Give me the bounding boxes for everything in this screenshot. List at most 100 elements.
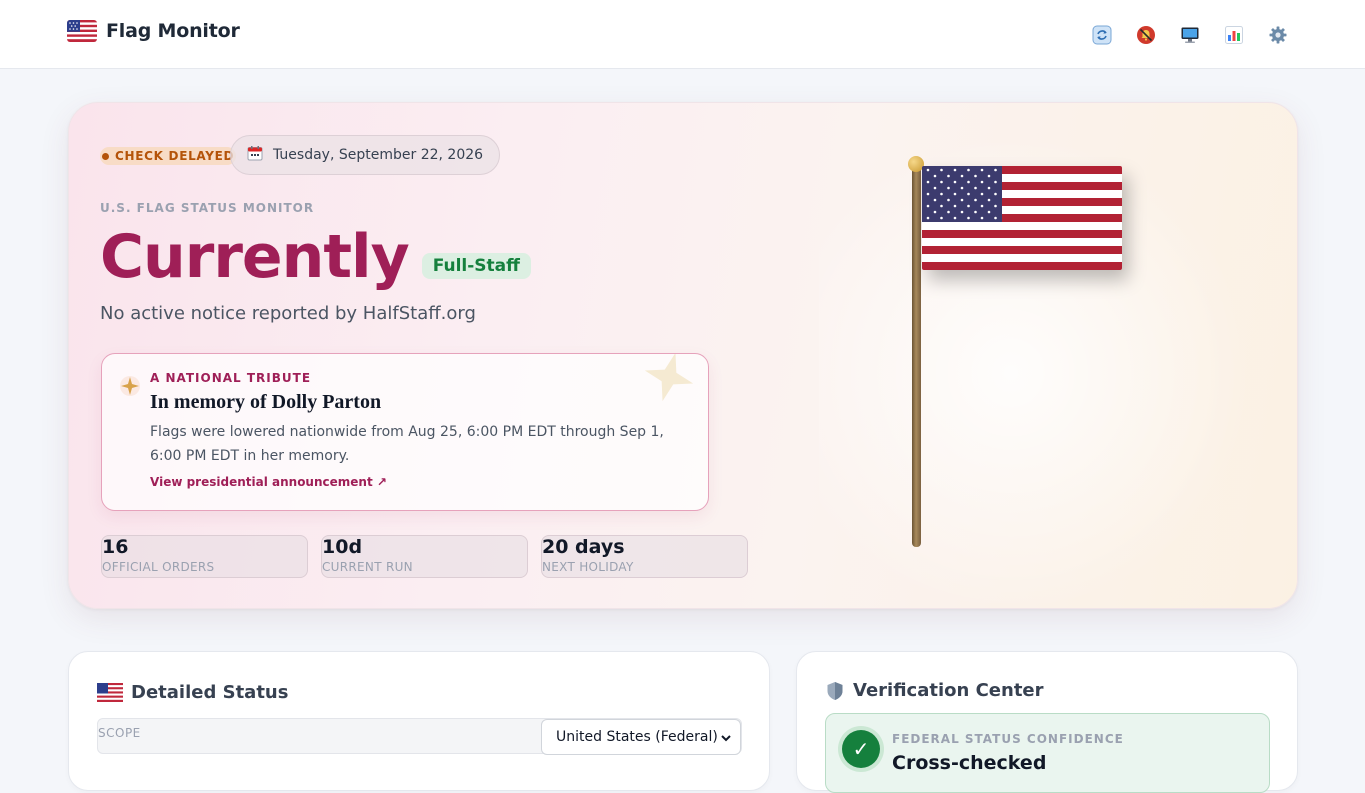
us-flag-icon <box>67 20 97 42</box>
stat-value: 16 <box>102 536 129 558</box>
date-pill: Tuesday, September 22, 2026 <box>230 135 501 175</box>
app-title: Flag Monitor <box>106 20 240 42</box>
tribute-title: In memory of Dolly Parton <box>150 391 382 413</box>
stat-value: 10d <box>322 536 363 558</box>
stats-icon[interactable] <box>1223 24 1245 46</box>
confidence-value: Cross-checked <box>892 752 1047 774</box>
flag-star <box>926 192 930 196</box>
shield-icon <box>825 681 845 701</box>
tribute-card: A NATIONAL TRIBUTE In memory of Dolly Pa… <box>101 353 709 511</box>
check-delayed-label: CHECK DELAYED <box>115 149 235 163</box>
flag-star <box>926 168 930 172</box>
flag-star <box>967 216 970 220</box>
top-bar: Flag Monitor <box>0 0 1365 69</box>
flag-star <box>933 174 937 178</box>
flag-star <box>967 180 970 184</box>
flag-star <box>960 174 964 178</box>
flag-star <box>980 204 984 208</box>
scope-select[interactable]: United States (Federal) <box>541 719 741 755</box>
us-flag-icon <box>97 683 123 702</box>
scope-row: SCOPE United States (Federal) <box>97 718 742 755</box>
flag-star <box>933 210 937 214</box>
flag-star <box>953 192 957 196</box>
flag-star <box>933 198 937 202</box>
sparkle-decoration-icon <box>642 354 696 408</box>
flag-star <box>994 180 997 184</box>
notifications-off-icon[interactable] <box>1135 24 1157 46</box>
flag-star <box>940 192 943 196</box>
confidence-label: FEDERAL STATUS CONFIDENCE <box>892 732 1124 746</box>
flag-star <box>960 198 964 202</box>
stat-label: OFFICIAL ORDERS <box>102 560 215 574</box>
flag-star <box>933 186 937 190</box>
scope-selected-value: United States (Federal) <box>556 729 718 745</box>
flag-star <box>940 216 943 220</box>
stat-official-orders: 16 OFFICIAL ORDERS <box>101 535 308 578</box>
verification-center-card: Verification Center ✓ FEDERAL STATUS CON… <box>796 651 1298 793</box>
flag-star <box>940 168 943 172</box>
stat-value: 20 days <box>542 536 625 558</box>
flag-star <box>987 186 991 190</box>
flag-star <box>994 168 997 172</box>
flag-star <box>987 174 991 178</box>
flag-star <box>980 168 984 172</box>
federal-confidence-box: ✓ FEDERAL STATUS CONFIDENCE Cross-checke… <box>825 713 1270 793</box>
flag-star <box>940 204 943 208</box>
flag-star <box>974 198 977 202</box>
brand[interactable]: Flag Monitor <box>67 20 240 42</box>
stat-next-holiday: 20 days NEXT HOLIDAY <box>541 535 748 578</box>
settings-icon[interactable] <box>1267 24 1289 46</box>
flag-star <box>974 210 977 214</box>
calendar-icon <box>247 145 263 165</box>
current-date: Tuesday, September 22, 2026 <box>273 147 484 163</box>
flag-star <box>953 204 957 208</box>
presidential-announcement-link[interactable]: View presidential announcement ↗ <box>150 475 387 489</box>
flag-star <box>994 192 997 196</box>
flag-star <box>960 210 964 214</box>
scope-label: SCOPE <box>98 726 141 740</box>
display-icon[interactable] <box>1179 24 1201 46</box>
hero-eyebrow: U.S. FLAG STATUS MONITOR <box>100 201 315 215</box>
stat-current-run: 10d CURRENT RUN <box>321 535 528 578</box>
flag-star <box>953 216 957 220</box>
refresh-icon[interactable] <box>1091 24 1113 46</box>
flagpole <box>912 163 921 547</box>
hero-status-card: CHECK DELAYED Tuesday, September 22, 202… <box>68 102 1298 609</box>
flag-star <box>926 216 930 220</box>
flag-star <box>987 210 991 214</box>
flag-star <box>967 168 970 172</box>
flag-star <box>974 174 977 178</box>
sparkle-icon <box>119 375 141 401</box>
flag-star <box>947 186 950 190</box>
us-flag-illustration <box>922 166 1122 270</box>
flag-star <box>947 210 950 214</box>
flag-star <box>926 180 930 184</box>
status-subtitle: No active notice reported by HalfStaff.o… <box>100 303 476 324</box>
flag-star <box>994 216 997 220</box>
verification-center-title: Verification Center <box>853 680 1044 701</box>
flag-star <box>987 198 991 202</box>
flag-star <box>947 198 950 202</box>
flag-star <box>940 180 943 184</box>
headline-text: Currently <box>100 222 410 292</box>
flag-star <box>980 216 984 220</box>
toolbar <box>1069 24 1289 46</box>
check-icon: ✓ <box>842 730 880 768</box>
flag-star <box>974 186 977 190</box>
stat-label: NEXT HOLIDAY <box>542 560 634 574</box>
flag-star <box>960 186 964 190</box>
tribute-body: Flags were lowered nationwide from Aug 2… <box>150 424 664 464</box>
detailed-status-card: Detailed Status SCOPE United States (Fed… <box>68 651 770 791</box>
flag-star <box>953 180 957 184</box>
flag-star <box>980 192 984 196</box>
status-badge: Full-Staff <box>421 253 531 279</box>
check-delayed-badge: CHECK DELAYED <box>100 147 237 165</box>
headline: Currently Full-Staff <box>100 221 531 293</box>
stat-label: CURRENT RUN <box>322 560 413 574</box>
flag-star <box>953 168 957 172</box>
chevron-down-icon <box>720 732 732 748</box>
flag-star <box>947 174 950 178</box>
tribute-eyebrow: A NATIONAL TRIBUTE <box>150 371 312 385</box>
flag-star <box>967 192 970 196</box>
warning-dot-icon <box>102 152 109 160</box>
